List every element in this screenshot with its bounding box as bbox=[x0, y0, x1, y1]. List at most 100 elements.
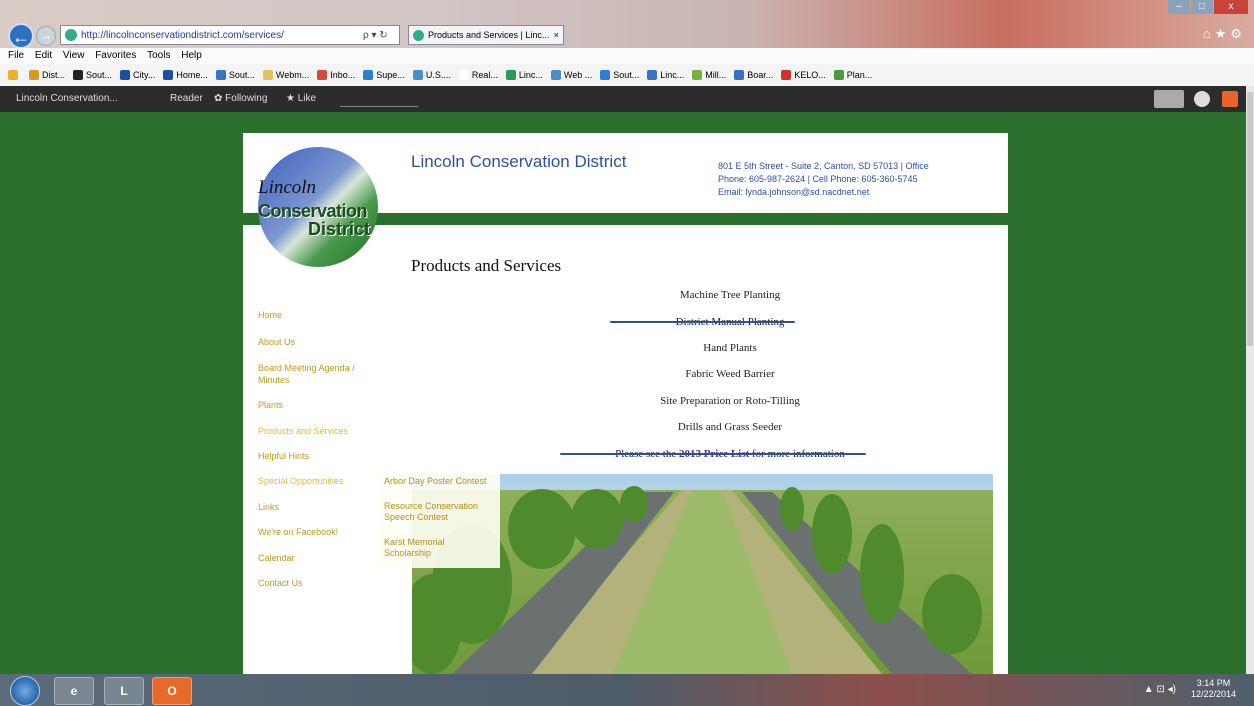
menu-help[interactable]: Help bbox=[181, 50, 202, 61]
favorite-icon bbox=[600, 70, 611, 80]
favorite-label: Home... bbox=[176, 70, 208, 80]
nav-item-facebook[interactable]: We're on Facebook! bbox=[258, 527, 338, 537]
favorite-item[interactable]: Inbo... bbox=[317, 70, 355, 80]
favorite-label: Inbo... bbox=[330, 70, 356, 80]
favorite-item[interactable]: U.S.... bbox=[412, 70, 451, 80]
favorite-item[interactable]: Dist... bbox=[29, 70, 65, 80]
favorite-item[interactable]: Sout... bbox=[73, 70, 112, 80]
system-clock[interactable]: 3:14 PM 12/22/2014 bbox=[1191, 678, 1236, 700]
favorite-label: Dist... bbox=[42, 70, 66, 80]
user-avatar[interactable] bbox=[1194, 91, 1210, 107]
nav-item-special-opportunities[interactable]: Special Opportunities bbox=[258, 476, 344, 486]
favorite-label: Real... bbox=[471, 70, 498, 80]
gear-icon[interactable]: ⚙ bbox=[1230, 26, 1246, 41]
favorite-label: Sout... bbox=[228, 70, 255, 80]
clock-date: 12/22/2014 bbox=[1190, 689, 1236, 699]
favorite-icon bbox=[163, 70, 174, 80]
system-tray: ▲ ⊡ ◂) bbox=[1144, 684, 1176, 695]
product-item: Drills and Grass Seeder bbox=[677, 421, 783, 433]
favorites-star-icon[interactable]: ★ bbox=[1215, 26, 1231, 41]
address-bar[interactable]: http://lincolnconservationdistrict.com/s… bbox=[60, 25, 400, 45]
browser-tab[interactable]: Products and Services | Linc... × bbox=[408, 25, 564, 45]
menu-tools[interactable]: Tools bbox=[147, 50, 170, 61]
menu-file[interactable]: File bbox=[8, 50, 24, 61]
network-icon[interactable]: ⊡ bbox=[1156, 684, 1164, 695]
favorite-icon bbox=[550, 70, 561, 80]
home-icon[interactable]: ⌂ bbox=[1203, 26, 1215, 41]
back-button[interactable]: ← bbox=[8, 23, 34, 49]
browser-right-icons: ⌂★⚙ bbox=[1203, 26, 1246, 42]
scrollbar-thumb[interactable] bbox=[1247, 92, 1253, 346]
favorite-icon bbox=[833, 70, 844, 80]
start-button[interactable] bbox=[10, 676, 40, 706]
nav-item-calendar[interactable]: Calendar bbox=[258, 553, 295, 563]
forward-button[interactable]: → bbox=[36, 26, 56, 46]
favorite-item[interactable]: Plan... bbox=[833, 70, 872, 80]
notifications-icon[interactable] bbox=[1222, 91, 1238, 107]
toolbar-following[interactable]: ✿ Following bbox=[214, 93, 267, 104]
site-logo[interactable]: Lincoln Conservation District bbox=[258, 147, 382, 271]
product-item: Hand Plants bbox=[703, 342, 757, 354]
minimize-button[interactable]: – bbox=[1168, 0, 1190, 14]
tray-arrow-icon[interactable]: ▲ bbox=[1144, 684, 1154, 695]
strike-mark bbox=[610, 321, 795, 323]
volume-icon[interactable]: ◂) bbox=[1168, 684, 1176, 695]
page-scrollbar[interactable] bbox=[1246, 86, 1254, 674]
favorite-item[interactable]: Linc... bbox=[505, 70, 543, 80]
favorite-item[interactable]: City... bbox=[120, 70, 155, 80]
browser-titlebar: ← → http://lincolnconservationdistrict.c… bbox=[0, 0, 1254, 49]
menu-edit[interactable]: Edit bbox=[35, 50, 52, 61]
favorite-item[interactable]: Web ... bbox=[550, 70, 592, 80]
favorite-item[interactable]: Mill... bbox=[692, 70, 726, 80]
nav-item-products-services[interactable]: Products and Services bbox=[258, 426, 348, 436]
nav-item-contact[interactable]: Contact Us bbox=[258, 578, 303, 588]
favorite-icon bbox=[29, 70, 39, 80]
favorites-star-icon bbox=[8, 70, 18, 80]
favorite-item[interactable]: Supe... bbox=[363, 70, 405, 80]
favorite-item[interactable]: Webm... bbox=[262, 70, 309, 80]
address-controls[interactable]: ρ ▾ ↻ bbox=[363, 30, 399, 41]
nav-item-board-meeting[interactable]: Board Meeting Agenda / Minutes bbox=[258, 362, 376, 386]
favorite-icon bbox=[120, 70, 131, 80]
submenu-item-arbor-day[interactable]: Arbor Day Poster Contest bbox=[384, 476, 487, 487]
site-title[interactable]: Lincoln Conservation District bbox=[411, 152, 626, 172]
nav-item-links[interactable]: Links bbox=[258, 502, 279, 512]
tab-close-icon[interactable]: × bbox=[554, 30, 559, 40]
favorite-icon bbox=[215, 70, 226, 80]
favorite-label: Boar... bbox=[747, 70, 774, 80]
favorites-star[interactable] bbox=[8, 70, 21, 80]
nav-item-plants[interactable]: Plants bbox=[258, 400, 283, 410]
favorite-item[interactable]: KELO... bbox=[781, 70, 826, 80]
nav-item-helpful-hints[interactable]: Helpful Hints bbox=[258, 451, 309, 461]
favorite-item[interactable]: Real... bbox=[458, 70, 498, 80]
outlook-icon[interactable]: O bbox=[152, 677, 192, 705]
favorite-item[interactable]: Boar... bbox=[734, 70, 773, 80]
page-title: Products and Services bbox=[411, 256, 562, 275]
contact-address: 801 E 5th Street - Suite 2, Canton, SD 5… bbox=[718, 161, 929, 171]
product-item: Fabric Weed Barrier bbox=[685, 368, 775, 380]
nav-item-about[interactable]: About Us bbox=[258, 337, 295, 347]
toolbar-site-name[interactable]: Lincoln Conservation... bbox=[16, 93, 118, 104]
favorite-icon bbox=[647, 70, 658, 80]
favorite-item[interactable]: Sout... bbox=[215, 70, 255, 80]
toolbar-button[interactable] bbox=[1154, 90, 1184, 108]
toolbar-reader[interactable]: Reader bbox=[170, 93, 203, 104]
submenu-item-scholarship[interactable]: Karst Memorial Scholarship bbox=[384, 537, 474, 559]
favorite-icon bbox=[505, 70, 516, 80]
internet-explorer-icon[interactable]: e bbox=[54, 677, 94, 705]
address-url[interactable]: http://lincolnconservationdistrict.com/s… bbox=[81, 30, 363, 41]
toolbar-like[interactable]: ★ Like bbox=[286, 93, 316, 104]
menu-favorites[interactable]: Favorites bbox=[95, 50, 136, 61]
favorite-item[interactable]: Linc... bbox=[647, 70, 684, 80]
favorite-icon bbox=[412, 70, 423, 80]
nav-item-home[interactable]: Home bbox=[258, 310, 282, 320]
submenu-item-speech-contest[interactable]: Resource Conservation Speech Contest bbox=[384, 501, 496, 523]
favorite-item[interactable]: Sout... bbox=[600, 70, 639, 80]
lync-icon[interactable]: L bbox=[104, 677, 144, 705]
maximize-button[interactable]: □ bbox=[1191, 0, 1213, 14]
favorite-item[interactable]: Home... bbox=[163, 70, 208, 80]
favorites-bar: Dist... Sout... City... Home... Sout... Webm.… bbox=[0, 64, 1254, 87]
menu-view[interactable]: View bbox=[63, 50, 85, 61]
back-arrow-icon: ← bbox=[12, 27, 30, 47]
close-window-button[interactable]: x bbox=[1214, 0, 1248, 14]
